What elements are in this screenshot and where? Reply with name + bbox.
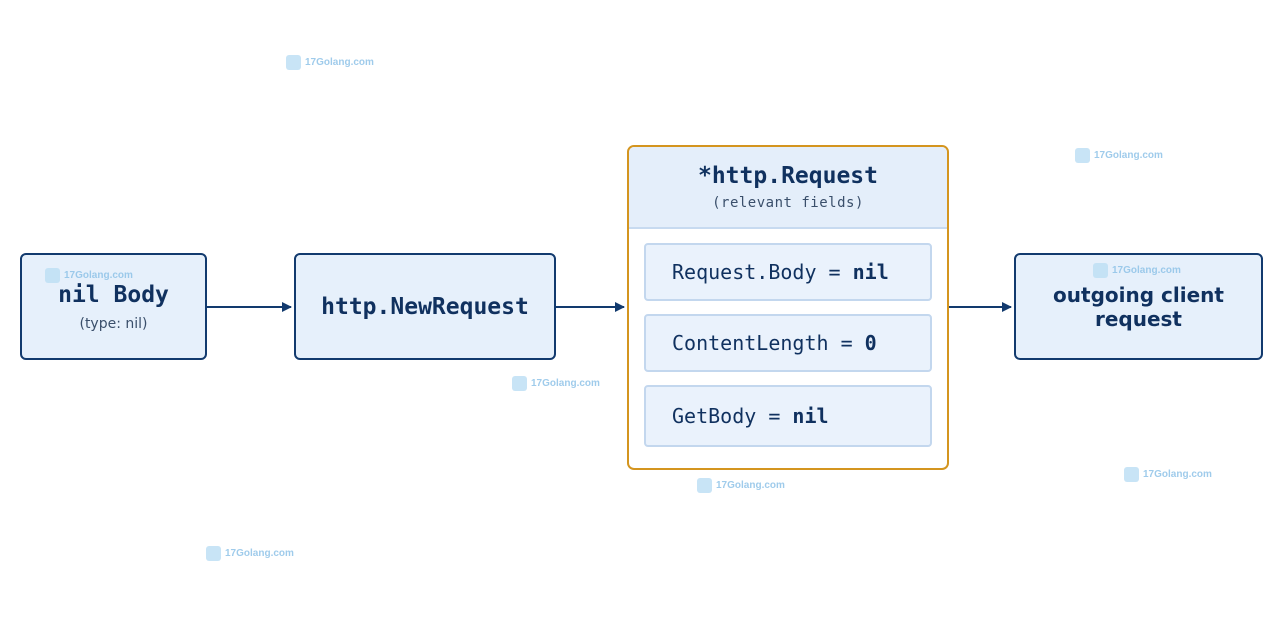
watermark: 17Golang.com — [1093, 263, 1181, 278]
field-get-body: GetBody = nil — [644, 385, 932, 447]
watermark-logo-icon — [1075, 148, 1090, 163]
watermark: 17Golang.com — [512, 376, 600, 391]
field-operator: = — [756, 404, 793, 428]
watermark-text: 17Golang.com — [531, 378, 600, 389]
watermark-text: 17Golang.com — [716, 480, 785, 491]
watermark-logo-icon — [1093, 263, 1108, 278]
field-content-length: ContentLength = 0 — [644, 314, 932, 372]
http-request-header: *http.Request (relevant fields) — [629, 147, 947, 229]
watermark-logo-icon — [206, 546, 221, 561]
watermark-text: 17Golang.com — [1112, 265, 1181, 276]
field-operator: = — [828, 331, 865, 355]
http-request-struct: *http.Request (relevant fields) Request.… — [627, 145, 949, 470]
watermark: 17Golang.com — [1075, 148, 1163, 163]
watermark-logo-icon — [1124, 467, 1139, 482]
field-value: nil — [852, 260, 889, 284]
watermark-text: 17Golang.com — [305, 57, 374, 68]
watermark: 17Golang.com — [45, 268, 133, 283]
watermark-text: 17Golang.com — [64, 270, 133, 281]
watermark-text: 17Golang.com — [225, 548, 294, 559]
field-value: nil — [792, 404, 829, 428]
nil-body-subtitle: (type: nil) — [79, 315, 148, 332]
nil-body-title: nil Body — [58, 281, 169, 308]
watermark-logo-icon — [286, 55, 301, 70]
outgoing-request-title: outgoing client request — [1053, 282, 1224, 331]
field-request-body: Request.Body = nil — [644, 243, 932, 301]
new-request-title: http.NewRequest — [321, 293, 529, 320]
watermark-logo-icon — [45, 268, 60, 283]
watermark-text: 17Golang.com — [1143, 469, 1212, 480]
watermark-logo-icon — [697, 478, 712, 493]
field-name: ContentLength — [672, 331, 829, 355]
field-operator: = — [816, 260, 853, 284]
watermark: 17Golang.com — [286, 55, 374, 70]
watermark: 17Golang.com — [697, 478, 785, 493]
watermark-text: 17Golang.com — [1094, 150, 1163, 161]
http-request-subtitle: (relevant fields) — [712, 195, 864, 211]
field-value: 0 — [864, 331, 877, 355]
new-request-node: http.NewRequest — [294, 253, 556, 360]
field-name: GetBody — [672, 404, 757, 428]
http-request-title: *http.Request — [697, 163, 878, 189]
watermark-logo-icon — [512, 376, 527, 391]
field-name: Request.Body — [672, 260, 817, 284]
watermark: 17Golang.com — [206, 546, 294, 561]
watermark: 17Golang.com — [1124, 467, 1212, 482]
